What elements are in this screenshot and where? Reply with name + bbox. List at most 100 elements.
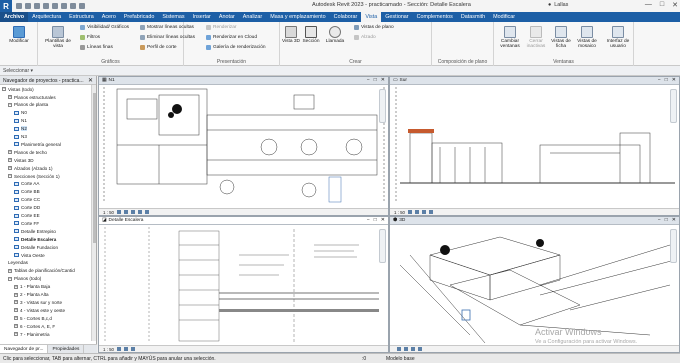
revit-logo[interactable]: R: [0, 0, 12, 12]
detail-level-icon[interactable]: [117, 347, 121, 351]
tree-item[interactable]: +3 - Vistas sur y norte: [14, 299, 62, 305]
expand-icon[interactable]: +: [8, 268, 12, 273]
user-interface-button[interactable]: Interfaz de usuario: [604, 26, 632, 50]
view-max-icon[interactable]: □: [374, 217, 377, 223]
open-icon[interactable]: [16, 3, 22, 9]
close-button[interactable]: ✕: [672, 1, 678, 9]
thin-lines-button[interactable]: Líneas finas: [80, 45, 113, 50]
switch-windows-button[interactable]: Cambiar ventanas: [497, 26, 523, 50]
render-cloud-button[interactable]: Renderizar en Cloud: [206, 35, 257, 40]
select-dropdown[interactable]: Seleccionar ▾: [3, 68, 33, 74]
view-detail-scale[interactable]: 1 : 50: [103, 347, 114, 352]
tree-item[interactable]: Detalle Fundacion: [14, 244, 58, 250]
browser-scrollbar[interactable]: [91, 85, 96, 341]
tree-item[interactable]: Planimetría general: [14, 141, 61, 147]
tree-item[interactable]: − Secciones (Sección 1): [8, 173, 60, 179]
tree-item[interactable]: +4 - Vistas este y oeste: [14, 307, 65, 313]
ribbon-tab-colaborar[interactable]: Colaborar: [330, 12, 362, 22]
expand-icon[interactable]: +: [14, 332, 18, 337]
collapse-icon[interactable]: −: [8, 102, 12, 107]
view-min-icon[interactable]: −: [658, 77, 661, 83]
tree-item[interactable]: − Planos de planta: [8, 102, 48, 108]
tab-properties[interactable]: Propiedades: [48, 345, 85, 353]
view-n1-scale[interactable]: 1 : 50: [103, 210, 114, 215]
tree-item[interactable]: N1: [14, 118, 27, 124]
user-account[interactable]: ● Lallas: [548, 2, 568, 8]
view-max-icon[interactable]: □: [665, 217, 668, 223]
visual-style-icon[interactable]: [404, 347, 408, 351]
tree-item[interactable]: + Planos de techo: [8, 149, 47, 155]
view-close-icon[interactable]: ✕: [381, 217, 385, 223]
view-close-icon[interactable]: ✕: [672, 217, 676, 223]
view3d-qat-icon[interactable]: [79, 3, 85, 9]
detail-level-icon[interactable]: [397, 347, 401, 351]
visual-style-icon[interactable]: [124, 347, 128, 351]
tree-item[interactable]: + Alzados (Alzado 1): [8, 165, 53, 171]
tree-item[interactable]: Corte FF: [14, 220, 39, 226]
ribbon-tab-vista[interactable]: Vista: [361, 12, 382, 22]
tree-item[interactable]: − Planos (todo): [8, 276, 41, 282]
view-sur-scale[interactable]: 1 : 50: [394, 210, 405, 215]
tree-item[interactable]: N2: [14, 126, 27, 132]
model-selector[interactable]: Modelo base: [386, 356, 415, 362]
tree-item[interactable]: Detalle Entrepiso: [14, 228, 56, 234]
ribbon-tab-estructura[interactable]: Estructura: [65, 12, 98, 22]
undo-icon[interactable]: [34, 3, 40, 9]
expand-icon[interactable]: +: [14, 300, 18, 305]
expand-icon[interactable]: +: [8, 95, 12, 100]
sun-path-icon[interactable]: [411, 347, 415, 351]
ribbon-tab-prefabricado[interactable]: Prefabricado: [120, 12, 159, 22]
tree-item[interactable]: +6 - Cortes A, E, F: [14, 323, 55, 329]
tree-item[interactable]: +2 - Planta Alta: [14, 291, 49, 297]
close-inactive-button[interactable]: Cerrar inactivas: [523, 26, 549, 50]
tree-item[interactable]: +7 - Planimetria: [14, 331, 50, 337]
tab-project-browser[interactable]: Navegador de pr...: [0, 345, 49, 353]
tree-item[interactable]: N0: [14, 110, 27, 116]
render-button[interactable]: Renderizar: [206, 25, 236, 30]
crop-icon[interactable]: [145, 210, 149, 214]
visibility-button[interactable]: Visibilidad/ Gráficos: [80, 25, 129, 30]
navigation-bar[interactable]: [379, 89, 386, 123]
crop-icon[interactable]: [131, 347, 135, 351]
ribbon-tab-arquitectura[interactable]: Arquitectura: [28, 12, 65, 22]
shadows-icon[interactable]: [138, 210, 142, 214]
visual-style-icon[interactable]: [124, 210, 128, 214]
tree-item[interactable]: +1 - Planta Baja: [14, 284, 50, 290]
ribbon-tab-datasmith[interactable]: Datasmith: [457, 12, 489, 22]
tree-item[interactable]: Corte CC: [14, 197, 40, 203]
cut-profile-button[interactable]: Perfil de corte: [140, 45, 177, 50]
redo-icon[interactable]: [43, 3, 49, 9]
collapse-icon[interactable]: −: [2, 87, 6, 92]
ribbon-tab-insertar[interactable]: Insertar: [189, 12, 215, 22]
view-detalle-escalera[interactable]: ◪ Detalle Escalera − □ ✕ 1 : 50: [98, 216, 389, 353]
ribbon-tab-acero[interactable]: Acero: [98, 12, 120, 22]
sun-path-icon[interactable]: [422, 210, 426, 214]
tree-item[interactable]: Corte EE: [14, 212, 40, 218]
elevation-button[interactable]: Alzado: [354, 35, 376, 40]
view-min-icon[interactable]: −: [367, 217, 370, 223]
browser-close-icon[interactable]: ✕: [88, 77, 93, 84]
view-close-icon[interactable]: ✕: [672, 77, 676, 83]
collapse-icon[interactable]: −: [8, 276, 12, 281]
expand-icon[interactable]: +: [8, 166, 12, 171]
modify-button[interactable]: Modificar: [4, 26, 34, 44]
tree-item[interactable]: Leyendas: [8, 260, 28, 266]
ribbon-tab-masa-y-emplazamiento[interactable]: Masa y emplazamiento: [266, 12, 329, 22]
expand-icon[interactable]: +: [14, 284, 18, 289]
expand-icon[interactable]: +: [14, 292, 18, 297]
navigation-bar[interactable]: [379, 229, 386, 263]
tree-item[interactable]: Corte DD: [14, 205, 40, 211]
tree-item[interactable]: Detalle Escalera: [14, 236, 56, 242]
tile-views-button[interactable]: Vistas de mosaico: [573, 26, 601, 50]
render-gallery-button[interactable]: Galería de renderización: [206, 45, 266, 50]
ribbon-tab-anotar[interactable]: Anotar: [215, 12, 239, 22]
tree-item[interactable]: Corte AA: [14, 181, 39, 187]
view-max-icon[interactable]: □: [665, 77, 668, 83]
expand-icon[interactable]: +: [14, 324, 18, 329]
tree-item[interactable]: + Planos estructurales: [8, 94, 56, 100]
tree-item[interactable]: Corte BB: [14, 189, 40, 195]
measure-icon[interactable]: [61, 3, 67, 9]
navigation-bar[interactable]: [670, 89, 677, 123]
visual-style-icon[interactable]: [415, 210, 419, 214]
ribbon-tab-modificar[interactable]: Modificar: [489, 12, 519, 22]
